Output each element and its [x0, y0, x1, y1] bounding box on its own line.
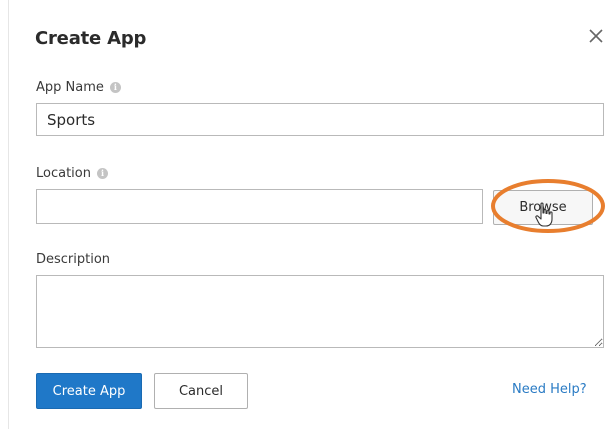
info-icon[interactable]: i: [96, 168, 108, 179]
need-help-link[interactable]: Need Help?: [512, 382, 587, 397]
cancel-button[interactable]: Cancel: [154, 373, 248, 409]
location-label: Location: [36, 166, 91, 181]
location-input[interactable]: [36, 189, 483, 224]
app-name-label-row: App Name i: [36, 80, 121, 95]
browse-button[interactable]: Browse: [493, 190, 593, 225]
dialog-title: Create App: [35, 28, 147, 49]
browse-button-label: Browse: [519, 200, 567, 215]
app-name-input[interactable]: [36, 103, 604, 136]
create-app-button-label: Create App: [52, 383, 126, 399]
cancel-button-label: Cancel: [178, 383, 224, 399]
location-label-row: Location i: [36, 166, 108, 181]
app-name-label: App Name: [36, 80, 104, 95]
info-icon[interactable]: i: [109, 82, 121, 93]
close-icon[interactable]: [586, 26, 606, 46]
create-app-dialog: Create App App Name i Location i Browse De…: [8, 0, 615, 429]
create-app-button[interactable]: Create App: [36, 373, 142, 409]
description-textarea[interactable]: [36, 275, 604, 348]
description-label: Description: [36, 252, 111, 267]
